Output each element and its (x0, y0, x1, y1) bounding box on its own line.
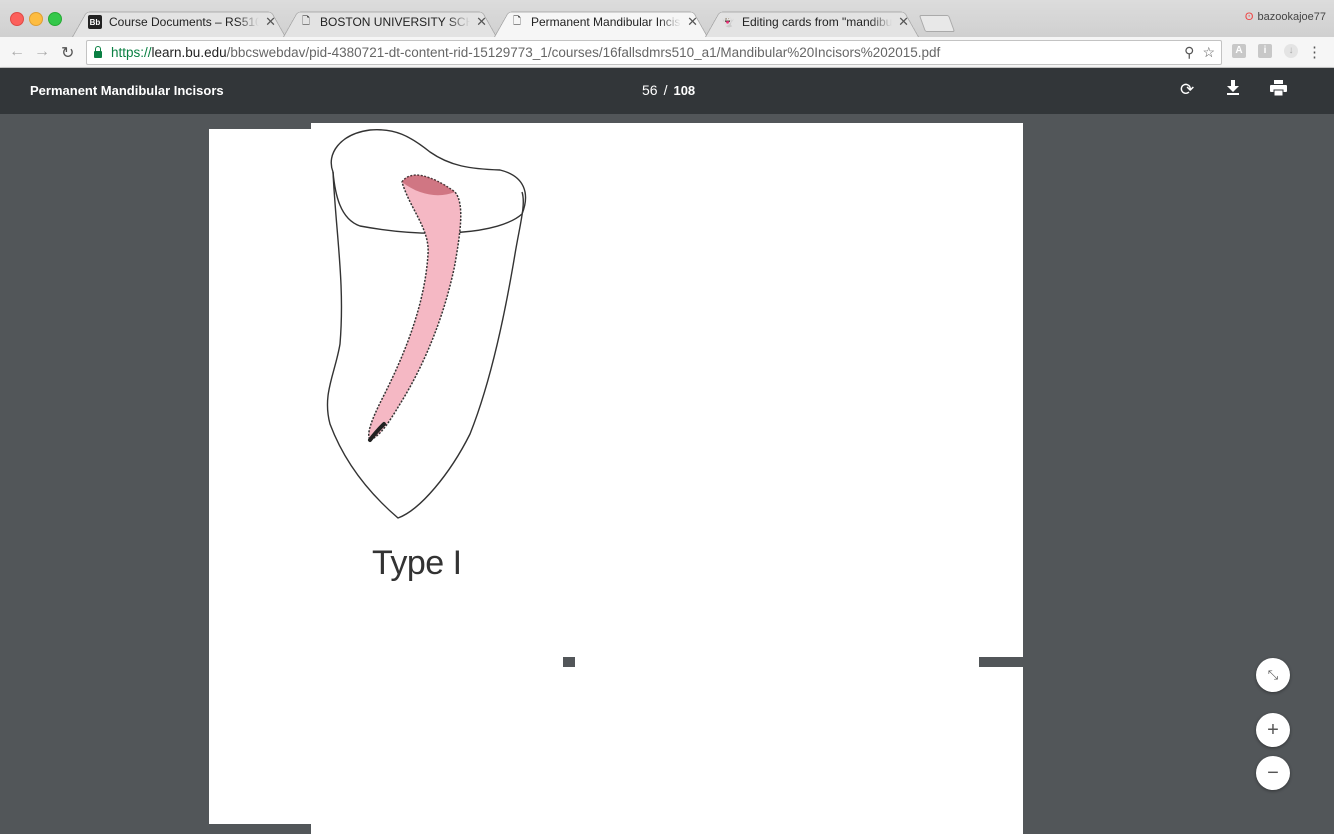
zoom-out-icon: − (1267, 761, 1279, 784)
browser-menu-icon[interactable]: ⋮ (1307, 43, 1322, 61)
document-icon: 🗋 (512, 15, 522, 27)
close-tab-icon[interactable]: ✕ (898, 14, 909, 30)
figure-caption: Type I (372, 544, 462, 582)
total-pages: 108 (673, 83, 696, 98)
address-bar[interactable]: https://learn.bu.edu/bbcswebdav/pid-4380… (86, 40, 1222, 65)
forward-arrow-icon[interactable]: → (34, 43, 50, 61)
tooth-root-canal-illustration (326, 129, 527, 519)
close-tab-icon[interactable]: ✕ (265, 14, 276, 30)
profile-name: bazookajoe77 (1257, 11, 1326, 23)
current-page-input[interactable]: 56 (642, 82, 658, 98)
zoom-magnifier-icon[interactable]: ⚲ (1184, 44, 1194, 61)
zoom-out-button[interactable]: − (1256, 756, 1290, 790)
fit-to-page-icon: ⤡ (1267, 667, 1279, 682)
tab-title: Course Documents – RS510 A (109, 15, 260, 29)
reload-icon[interactable]: ↻ (61, 43, 74, 63)
tab-title: Permanent Mandibular Incisors (531, 15, 682, 29)
document-icon: 🗋 (301, 15, 311, 27)
tab-title: BOSTON UNIVERSITY SCHOOL (320, 15, 471, 29)
new-tab-button[interactable] (918, 15, 956, 32)
close-tab-icon[interactable]: ✕ (476, 14, 487, 30)
back-arrow-icon[interactable]: ← (9, 43, 25, 61)
close-window-button[interactable] (10, 12, 24, 26)
document-title: Permanent Mandibular Incisors (30, 83, 224, 98)
pdf-toolbar: Permanent Mandibular Incisors 56 / 108 ⟳ (0, 68, 1334, 114)
minimize-window-button[interactable] (29, 12, 43, 26)
tab-boston-university[interactable]: 🗋 BOSTON UNIVERSITY SCHOOL ✕ (283, 7, 497, 37)
print-icon[interactable] (1270, 80, 1287, 101)
tab-strip: Bb Course Documents – RS510 A ✕ 🗋 BOSTON… (0, 0, 1334, 37)
fit-to-page-button[interactable]: ⤡ (1256, 658, 1290, 692)
render-artifact (979, 657, 1023, 667)
bookmark-star-icon[interactable]: ☆ (1202, 44, 1215, 61)
lock-icon (94, 46, 102, 58)
tab-course-documents[interactable]: Bb Course Documents – RS510 A ✕ (72, 7, 286, 37)
profile-button[interactable]: ʘ bazookajoe77 (1245, 11, 1326, 23)
tab-permanent-mandibular-incisors[interactable]: 🗋 Permanent Mandibular Incisors ✕ (494, 7, 708, 37)
extension-info-icon[interactable]: i (1258, 44, 1272, 58)
pdf-viewport[interactable]: Type I ⤡ + − (0, 114, 1334, 834)
page-separator: / (663, 82, 668, 98)
maximize-window-button[interactable] (48, 12, 62, 26)
close-tab-icon[interactable]: ✕ (687, 14, 698, 30)
zoom-in-button[interactable]: + (1256, 713, 1290, 747)
blackboard-icon: Bb (88, 15, 102, 29)
profile-icon: ʘ (1244, 11, 1254, 23)
download-icon[interactable] (1226, 80, 1240, 101)
extension-a-icon[interactable]: A (1232, 44, 1246, 58)
rotate-icon[interactable]: ⟳ (1180, 80, 1194, 100)
ghost-icon: 👻 (721, 16, 735, 28)
page-indicator: 56 / 108 (642, 82, 695, 98)
zoom-in-icon: + (1267, 718, 1279, 741)
browser-toolbar: ← → ↻ https://learn.bu.edu/bbcswebdav/pi… (0, 37, 1334, 68)
tab-title: Editing cards from "mandibular (742, 15, 893, 29)
tab-editing-cards[interactable]: 👻 Editing cards from "mandibular ✕ (705, 7, 919, 37)
url-text[interactable]: https://learn.bu.edu/bbcswebdav/pid-4380… (111, 45, 940, 60)
render-artifact (563, 657, 575, 667)
extension-download-icon[interactable]: ↓ (1284, 44, 1298, 58)
